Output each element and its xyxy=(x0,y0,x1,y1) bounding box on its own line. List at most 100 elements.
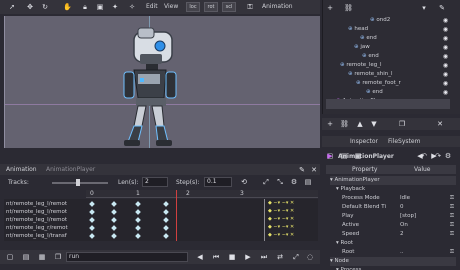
zoom-slider-handle[interactable] xyxy=(76,179,80,186)
visibility-eye-icon[interactable]: ◉ xyxy=(441,43,450,52)
property-value[interactable]: Idle xyxy=(400,194,410,203)
property-row[interactable]: Root.. ⚿ xyxy=(330,248,456,257)
track-row[interactable]: nt/remote_leg_r/remot xyxy=(6,224,86,232)
loop-icon[interactable]: ⟲ xyxy=(240,178,248,186)
tab-inspector[interactable]: Inspector xyxy=(350,138,378,145)
edit-keys-icon[interactable]: ▤ xyxy=(304,178,312,186)
property-row[interactable]: Active On ⚿ xyxy=(330,221,456,230)
add-node-icon[interactable]: + xyxy=(326,4,334,12)
tab-animation-player[interactable]: AnimationPlayer xyxy=(46,166,95,173)
tree-item[interactable]: ⊕ remote_foot_r ◉ xyxy=(326,79,450,88)
tree-item[interactable]: ⊕ end ◉ xyxy=(326,34,450,43)
tree-item[interactable]: ⊕ end ◉ xyxy=(326,52,450,61)
track-row[interactable]: nt/remote_leg_l/remot xyxy=(6,200,86,208)
tree-item[interactable]: ⊕ remote_leg_l ◉ xyxy=(326,61,450,70)
track-interp-icon[interactable]: ◆ ∼▾ ∼▾ ✕ xyxy=(268,216,294,222)
visibility-eye-icon[interactable]: ◉ xyxy=(441,52,450,61)
property-row[interactable]: Default Blend Ti 0 ⚿ xyxy=(330,203,456,212)
tab-animation[interactable]: Animation xyxy=(6,166,37,173)
move-up-icon[interactable]: ▲ xyxy=(356,120,364,128)
onion-icon[interactable]: ◌ xyxy=(306,253,314,261)
pin-icon[interactable]: ✎ xyxy=(298,166,306,174)
visibility-eye-icon[interactable]: ◉ xyxy=(441,16,450,25)
property-row[interactable]: Process Mode Idle ⚿ xyxy=(330,194,456,203)
prev-object-icon[interactable]: ◀ xyxy=(416,152,424,160)
edit-script-icon[interactable]: ✎ xyxy=(438,4,446,12)
property-value[interactable]: [stop] xyxy=(400,212,416,221)
play-icon[interactable]: ▶ xyxy=(244,253,252,261)
robot-character[interactable] xyxy=(112,18,192,148)
pan-tool-icon[interactable]: ✋ xyxy=(63,3,72,11)
property-section[interactable]: ▾ Playback xyxy=(330,185,456,194)
track-interp-icon[interactable]: ◆ ∼▾ ∼▾ ✕ xyxy=(268,232,294,238)
view-menu[interactable]: View xyxy=(164,3,178,10)
play-backwards-icon[interactable]: ◀ xyxy=(196,253,204,261)
visibility-eye-icon[interactable]: ◉ xyxy=(441,25,450,34)
property-key-icon[interactable]: ⚿ xyxy=(450,194,454,203)
object-menu-icon[interactable]: ⚙ xyxy=(444,152,452,160)
property-value[interactable]: .. xyxy=(400,248,404,257)
tree-item[interactable]: ⊕ remote_shin_l ◉ xyxy=(326,70,450,79)
track-interp-icon[interactable]: ◆ ∼▾ ∼▾ ✕ xyxy=(268,208,294,214)
lock-icon[interactable]: 🔒︎ xyxy=(81,3,89,11)
group-icon[interactable]: ▣ xyxy=(96,3,104,11)
property-section[interactable]: ▾ AnimationPlayer xyxy=(330,176,456,185)
rot-button[interactable]: rot xyxy=(204,2,218,12)
property-section[interactable]: ▾ Root xyxy=(330,239,456,248)
property-key-icon[interactable]: ⚿ xyxy=(450,212,454,221)
rotate-tool-icon[interactable]: ↻ xyxy=(41,3,49,11)
tree-item[interactable]: ⊕ ond2 ◉ xyxy=(326,16,450,25)
add-child-icon[interactable]: + xyxy=(326,120,334,128)
next-object-icon[interactable]: ▶ xyxy=(430,152,438,160)
track-interp-icon[interactable]: ◆ ∼▾ ∼▾ ✕ xyxy=(268,200,294,206)
interp-icon[interactable]: ⤢ xyxy=(262,178,270,186)
property-key-icon[interactable]: ⚿ xyxy=(450,203,454,212)
tree-item[interactable]: ⊕ head ◉ xyxy=(326,25,450,34)
property-row[interactable]: Speed 2 ⚿ xyxy=(330,230,456,239)
viewport[interactable] xyxy=(4,16,320,148)
track-row[interactable]: nt/remote_leg_l/transf xyxy=(6,232,86,240)
animation-name-select[interactable]: run xyxy=(66,252,188,262)
bone-icon[interactable]: ✧ xyxy=(128,3,136,11)
zoom-slider[interactable] xyxy=(52,182,108,184)
visibility-eye-icon[interactable]: ◉ xyxy=(441,79,450,88)
loc-button[interactable]: loc xyxy=(186,2,200,12)
optimize-icon[interactable]: ⤡ xyxy=(276,178,284,186)
property-section[interactable]: ▾ Process xyxy=(330,266,456,270)
visibility-eye-icon[interactable]: ◉ xyxy=(441,61,450,70)
timeline-ruler[interactable] xyxy=(86,190,318,198)
link-icon[interactable]: ⛓ xyxy=(344,4,353,12)
tree-item[interactable]: ⊕ jaw ◉ xyxy=(326,43,450,52)
tab-filesystem[interactable]: FileSystem xyxy=(388,138,420,145)
move-down-icon[interactable]: ▼ xyxy=(370,120,378,128)
close-panel-icon[interactable]: ✕ xyxy=(310,166,318,174)
skeleton-icon[interactable]: ✦ xyxy=(111,3,119,11)
property-section[interactable]: ▾ Node xyxy=(330,257,456,266)
scl-button[interactable]: scl xyxy=(222,2,236,12)
resize-icon[interactable]: ⤢ xyxy=(292,253,300,261)
property-value[interactable]: 2 xyxy=(400,230,404,239)
save-anim-icon[interactable]: ▦ xyxy=(38,253,46,261)
visibility-eye-icon[interactable]: ◉ xyxy=(441,70,450,79)
property-key-icon[interactable]: ⚿ xyxy=(450,221,454,230)
instance-icon[interactable]: ⛓ xyxy=(340,120,349,128)
key-icon[interactable]: ⚿ xyxy=(246,3,254,11)
duplicate-icon[interactable]: ❐ xyxy=(398,120,406,128)
property-key-icon[interactable]: ⚿ xyxy=(450,248,454,257)
stop-icon[interactable]: ■ xyxy=(228,253,236,261)
property-value[interactable]: 0 xyxy=(400,203,404,212)
property-key-icon[interactable]: ⚿ xyxy=(450,230,454,239)
delete-icon[interactable]: ✕ xyxy=(436,120,444,128)
property-value[interactable]: On xyxy=(400,221,408,230)
property-row[interactable]: Play [stop] ⚿ xyxy=(330,212,456,221)
blend-icon[interactable]: ⇄ xyxy=(276,253,284,261)
track-row[interactable]: nt/remote_leg_l/remot xyxy=(6,216,86,224)
load-anim-icon[interactable]: ▤ xyxy=(22,253,30,261)
visibility-eye-icon[interactable]: ◉ xyxy=(441,88,450,97)
track-row[interactable]: nt/remote_leg_l/remot xyxy=(6,208,86,216)
duplicate-anim-icon[interactable]: ❐ xyxy=(54,253,62,261)
filter-icon[interactable]: ▾ xyxy=(420,4,428,12)
playhead[interactable] xyxy=(176,190,177,241)
track-interp-icon[interactable]: ◆ ∼▾ ∼▾ ✕ xyxy=(268,224,294,230)
edit-menu[interactable]: Edit xyxy=(146,3,158,10)
